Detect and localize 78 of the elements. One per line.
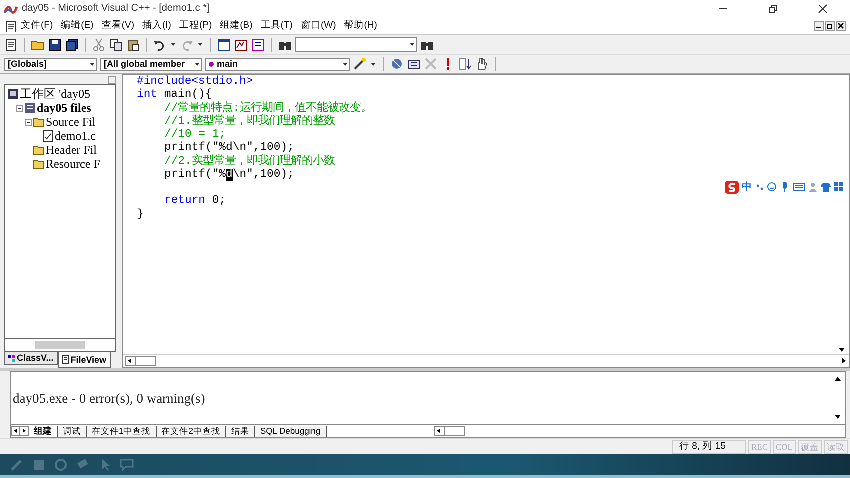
folder-icon <box>33 158 45 170</box>
horizontal-scrollbar[interactable] <box>4 339 116 352</box>
caret-icon[interactable] <box>370 60 377 68</box>
chart-window-icon[interactable] <box>234 38 248 52</box>
folder-icon <box>33 144 45 156</box>
close-icon[interactable] <box>818 4 828 14</box>
output-tab[interactable]: 在文件1中查找 <box>87 426 157 436</box>
output-tab[interactable]: 结果 <box>226 426 256 436</box>
collapse-icon[interactable] <box>16 104 23 112</box>
keyboard-icon <box>793 182 805 192</box>
menu-item[interactable]: 组建(B) <box>217 19 256 32</box>
panel-tab[interactable]: ClassV... <box>4 352 58 365</box>
status-indicator: REC <box>748 440 771 454</box>
find-field[interactable] <box>295 37 417 52</box>
wand-icon[interactable] <box>353 57 367 71</box>
s-logo-icon <box>725 180 739 194</box>
tree-item[interactable]: Source Fil <box>46 115 96 129</box>
combo-box[interactable]: main <box>205 58 350 70</box>
build-output-text: day05.exe - 0 error(s), 0 warning(s) <box>13 391 206 407</box>
smiley-icon <box>767 182 777 192</box>
input-method-toolbar[interactable]: 中 <box>725 180 844 194</box>
shirt-icon <box>821 182 831 192</box>
grid-icon <box>834 182 844 192</box>
tree-item[interactable]: day05 files <box>37 101 92 115</box>
combo-box[interactable]: [Globals] <box>4 58 97 70</box>
tree-item[interactable]: Header Fil <box>46 143 97 157</box>
person-icon <box>808 182 818 192</box>
caret-icon[interactable] <box>409 41 416 48</box>
tree-item[interactable]: demo1.c <box>55 129 96 143</box>
panel-tab[interactable]: FileView <box>58 352 111 368</box>
menu-item[interactable]: 文件(F) <box>18 19 56 32</box>
caret-icon[interactable] <box>170 41 177 48</box>
new-file-icon[interactable] <box>4 38 18 52</box>
project-icon <box>24 102 36 114</box>
caret-icon[interactable] <box>342 60 349 68</box>
menu-item[interactable]: 工具(T) <box>258 19 296 32</box>
cursor-position: 行 8, 列 15 <box>672 440 746 454</box>
menu-item[interactable]: 编辑(E) <box>58 19 97 32</box>
caret-icon[interactable] <box>194 60 201 68</box>
horizontal-scrollbar-icon[interactable] <box>434 426 465 436</box>
output-tab[interactable]: SQL Debugging <box>255 426 327 436</box>
window-title: day05 - Microsoft Visual C++ - [demo1.c *] <box>22 3 211 14</box>
status-indicator: COL <box>773 440 796 454</box>
save-all-icon[interactable] <box>65 38 79 52</box>
output-tab[interactable]: 调试 <box>58 426 87 436</box>
tab-scroll-icon[interactable] <box>11 426 29 436</box>
menu-item[interactable]: 插入(I) <box>139 19 174 32</box>
close-icon[interactable] <box>836 20 846 30</box>
caret-icon[interactable] <box>89 60 96 68</box>
caret-icon[interactable] <box>197 41 204 48</box>
status-indicator: 覆盖 <box>798 440 822 454</box>
workspace-icon <box>7 88 19 100</box>
list-window-icon[interactable] <box>251 38 265 52</box>
restore-icon[interactable] <box>825 20 835 30</box>
status-indicator: 读取 <box>824 440 848 454</box>
tree-item[interactable]: 工作区 'day05 <box>20 87 90 101</box>
document-icon <box>4 20 16 32</box>
save-icon[interactable] <box>48 38 62 52</box>
class-view-icon <box>8 354 15 362</box>
paste-icon[interactable] <box>126 38 140 52</box>
restore-icon[interactable] <box>768 4 778 14</box>
punctuation-icon <box>755 182 764 192</box>
source-file-icon <box>42 130 54 142</box>
output-tab[interactable]: 在文件2中查找 <box>156 426 226 436</box>
minimize-icon[interactable] <box>814 20 824 30</box>
horizontal-scrollbar-icon[interactable] <box>125 356 156 366</box>
folder-icon <box>33 116 45 128</box>
menu-item[interactable]: 查看(V) <box>98 19 138 32</box>
file-view-icon <box>62 355 69 364</box>
menu-item[interactable]: 窗口(W) <box>298 19 340 32</box>
window-icon[interactable] <box>217 38 231 52</box>
menu-item[interactable]: 帮助(H) <box>341 19 380 32</box>
tree-item[interactable]: Resource F <box>46 157 100 171</box>
combo-box[interactable]: [All global member <box>100 58 202 70</box>
collapse-icon[interactable] <box>25 118 32 126</box>
microphone-icon <box>780 182 790 192</box>
copy-icon[interactable] <box>109 38 123 52</box>
menu-item[interactable]: 工程(P) <box>176 19 216 32</box>
